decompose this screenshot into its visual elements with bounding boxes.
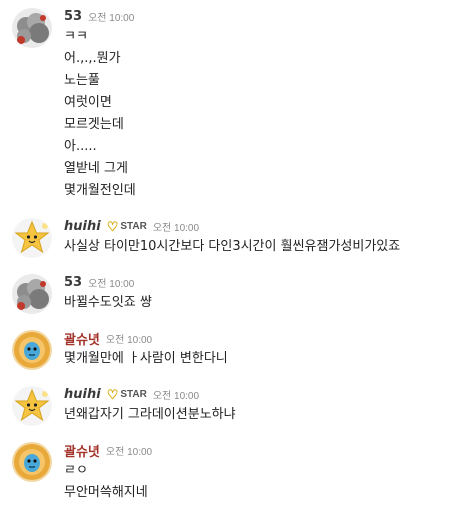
message-line: 사실상 타이만10시간보다 다인3시간이 훨씬유잼가성비가있죠	[64, 239, 401, 254]
grey-smoke-avatar[interactable]	[12, 8, 52, 48]
message-line: 바뀔수도잇죠 썅	[64, 295, 152, 310]
timestamp: 오전 10:00	[152, 390, 200, 402]
message-line: 노는풀	[64, 73, 100, 88]
message-line: 몇개월만에 ㅏ사람이 변한다니	[64, 351, 228, 366]
message-group: huihi ♡ STAR 오전 10:00 년왜갑자기 그라데이션분노하냐	[0, 384, 470, 426]
username[interactable]: 괄슈녓	[64, 329, 100, 348]
message-line: 년왜갑자기 그라데이션분노하냐	[64, 407, 236, 422]
heart-icon: ♡	[106, 218, 119, 234]
username[interactable]: 괄슈녓	[64, 441, 100, 460]
message-line: 몇개월전인데	[64, 183, 136, 198]
message-group: 괄슈녓 오전 10:00 ㄹㅇ 무안머쓱해지네	[0, 440, 470, 504]
star-avatar[interactable]	[12, 218, 52, 258]
timestamp: 오전 10:00	[105, 446, 153, 458]
username[interactable]: huihi	[64, 219, 101, 234]
blue-creature-avatar[interactable]	[12, 442, 52, 482]
message-line: 모르겟는데	[64, 117, 124, 132]
badge-label: STAR	[120, 220, 147, 232]
heart-icon: ♡	[106, 386, 119, 402]
star-badge: ♡ STAR	[107, 388, 147, 401]
timestamp: 오전 10:00	[88, 12, 135, 24]
message-line: ㄹㅇ	[64, 463, 88, 478]
message-line: 열받네 그게	[64, 161, 128, 176]
message-line: ㅋㅋ	[64, 29, 88, 44]
chat-log: 53 오전 10:00 ㅋㅋ 어.,.,.뭔가 노는풀 여럿이면 모르겟는데 아…	[0, 0, 470, 520]
message-group: 53 오전 10:00 ㅋㅋ 어.,.,.뭔가 노는풀 여럿이면 모르겟는데 아…	[0, 6, 470, 202]
star-badge: ♡ STAR	[107, 220, 147, 233]
message-line: 아.....	[64, 139, 97, 154]
message-group: 괄슈녓 오전 10:00 몇개월만에 ㅏ사람이 변한다니	[0, 328, 470, 370]
timestamp: 오전 10:00	[88, 278, 135, 290]
message-group: huihi ♡ STAR 오전 10:00 사실상 타이만10시간보다 다인3시…	[0, 216, 470, 258]
message-line: 여럿이면	[64, 95, 112, 110]
grey-smoke-avatar[interactable]	[12, 274, 52, 314]
blue-creature-avatar[interactable]	[12, 330, 52, 370]
timestamp: 오전 10:00	[105, 334, 153, 346]
message-line: 어.,.,.뭔가	[64, 51, 121, 66]
message-group: 53 오전 10:00 바뀔수도잇죠 썅	[0, 272, 470, 314]
badge-label: STAR	[120, 388, 147, 400]
username[interactable]: 53	[64, 275, 82, 290]
username[interactable]: 53	[64, 9, 82, 24]
message-line: 무안머쓱해지네	[64, 485, 148, 500]
star-avatar[interactable]	[12, 386, 52, 426]
username[interactable]: huihi	[64, 387, 101, 402]
timestamp: 오전 10:00	[152, 222, 200, 234]
